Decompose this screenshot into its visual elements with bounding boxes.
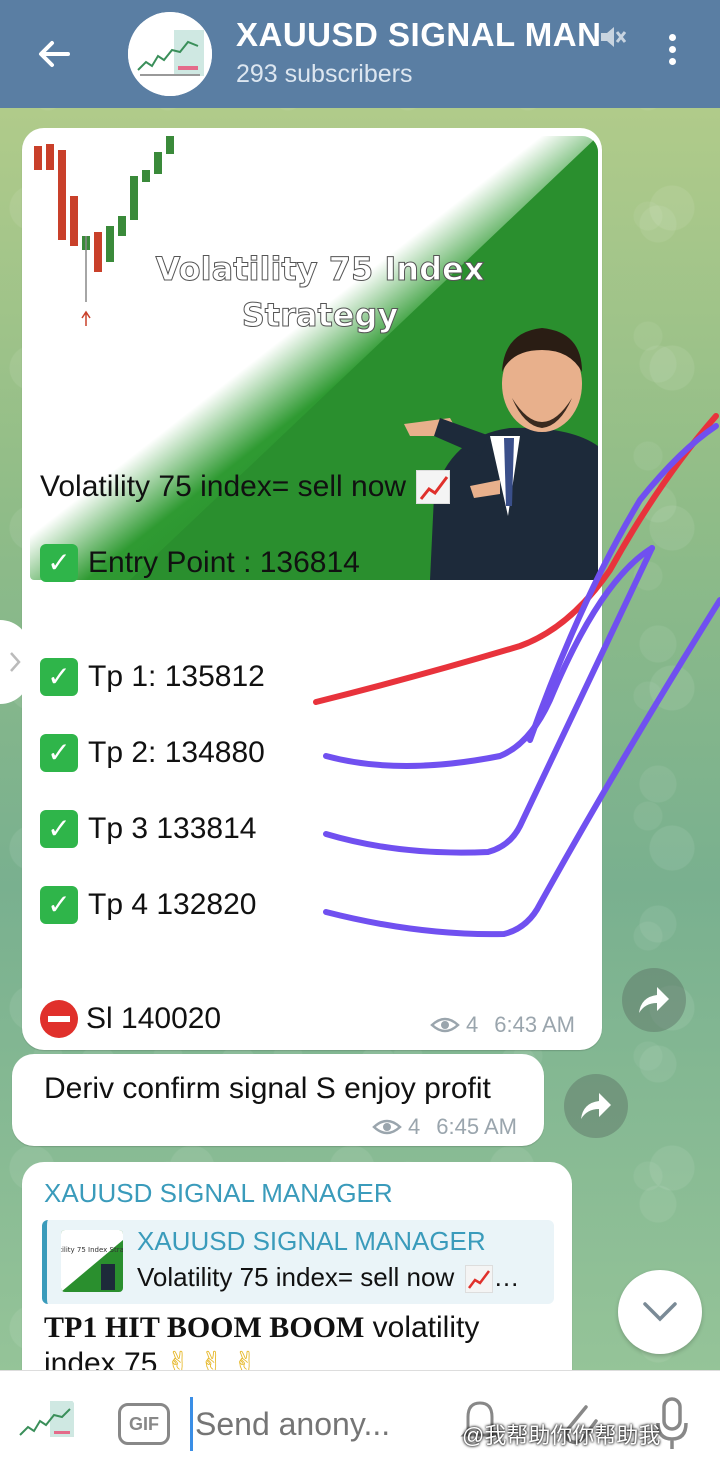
forward-arrow-icon (639, 987, 669, 1013)
scroll-down-button[interactable] (618, 1270, 702, 1354)
channel-title[interactable]: XAUUSD SIGNAL MAN (236, 16, 606, 54)
message-time: 6:43 AM (494, 1012, 575, 1037)
view-count: 4 (466, 1012, 479, 1037)
eye-icon (372, 1119, 402, 1135)
check-mark-icon: ✓ (40, 810, 78, 848)
reply-quote[interactable]: Volatility 75 Index Strategy XAUUSD SIGN… (42, 1220, 554, 1304)
message-bubble-signal[interactable]: Volatility 75 Index Strategy Volatility … (22, 128, 602, 1050)
stop-loss: Sl 140020 (40, 1000, 221, 1038)
image-caption-2: Strategy (242, 296, 399, 334)
message-input[interactable] (190, 1397, 450, 1451)
take-profit-3: ✓ Tp 3 133814 (40, 810, 256, 848)
reply-thumbnail: Volatility 75 Index Strategy (61, 1230, 123, 1292)
message-meta: 4 6:45 AM (372, 1114, 517, 1140)
message-bubble-reply[interactable]: XAUUSD SIGNAL MANAGER Volatility 75 Inde… (22, 1162, 572, 1402)
forward-button[interactable] (564, 1074, 628, 1138)
more-options-icon[interactable] (660, 34, 684, 74)
take-profit-4: ✓ Tp 4 132820 (40, 886, 256, 924)
chart-increasing-icon (465, 1265, 494, 1294)
reply-sender: XAUUSD SIGNAL MANAGER (137, 1226, 486, 1256)
forward-button[interactable] (622, 968, 686, 1032)
check-mark-icon: ✓ (40, 886, 78, 924)
check-mark-icon: ✓ (40, 544, 78, 582)
message-meta: 4 6:43 AM (430, 1012, 575, 1038)
forward-arrow-icon (581, 1093, 611, 1119)
svg-text:Volatility 75 Index Strategy: Volatility 75 Index Strategy (61, 1246, 123, 1254)
take-profit-1: ✓ Tp 1: 135812 (40, 658, 265, 696)
gif-button[interactable]: GIF (118, 1403, 170, 1445)
entry-point: ✓ Entry Point : 136814 (40, 544, 360, 582)
strategy-image[interactable]: Volatility 75 Index Strategy (30, 136, 598, 580)
send-as-avatar[interactable] (14, 1389, 80, 1455)
stop-sign-icon (40, 1000, 78, 1038)
check-mark-icon: ✓ (40, 734, 78, 772)
message-time: 6:45 AM (436, 1114, 517, 1139)
sender-name[interactable]: XAUUSD SIGNAL MANAGER (44, 1178, 393, 1209)
signal-headline: Volatility 75 index= sell now (40, 470, 451, 504)
subscriber-count: 293 subscribers (236, 60, 413, 88)
chart-increasing-icon (416, 470, 451, 504)
watermark-text: @我帮助你你帮助我 (462, 1423, 661, 1448)
channel-avatar[interactable] (128, 12, 212, 96)
take-profit-2: ✓ Tp 2: 134880 (40, 734, 265, 772)
eye-icon (430, 1017, 460, 1033)
chevron-down-icon (643, 1302, 677, 1322)
check-mark-icon: ✓ (40, 658, 78, 696)
chevron-right-icon (10, 652, 21, 672)
reply-text: Volatility 75 index= sell now … (137, 1262, 520, 1294)
message-text: Deriv confirm signal S enjoy profit (44, 1072, 491, 1105)
back-button[interactable] (0, 0, 108, 108)
message-bubble-confirm[interactable]: Deriv confirm signal S enjoy profit 4 6:… (12, 1054, 544, 1146)
view-count: 4 (408, 1114, 421, 1139)
chat-header: XAUUSD SIGNAL MAN 293 subscribers (0, 0, 720, 108)
arrow-left-icon (39, 41, 70, 67)
muted-speaker-icon (601, 27, 626, 47)
image-caption-1: Volatility 75 Index (156, 250, 485, 288)
